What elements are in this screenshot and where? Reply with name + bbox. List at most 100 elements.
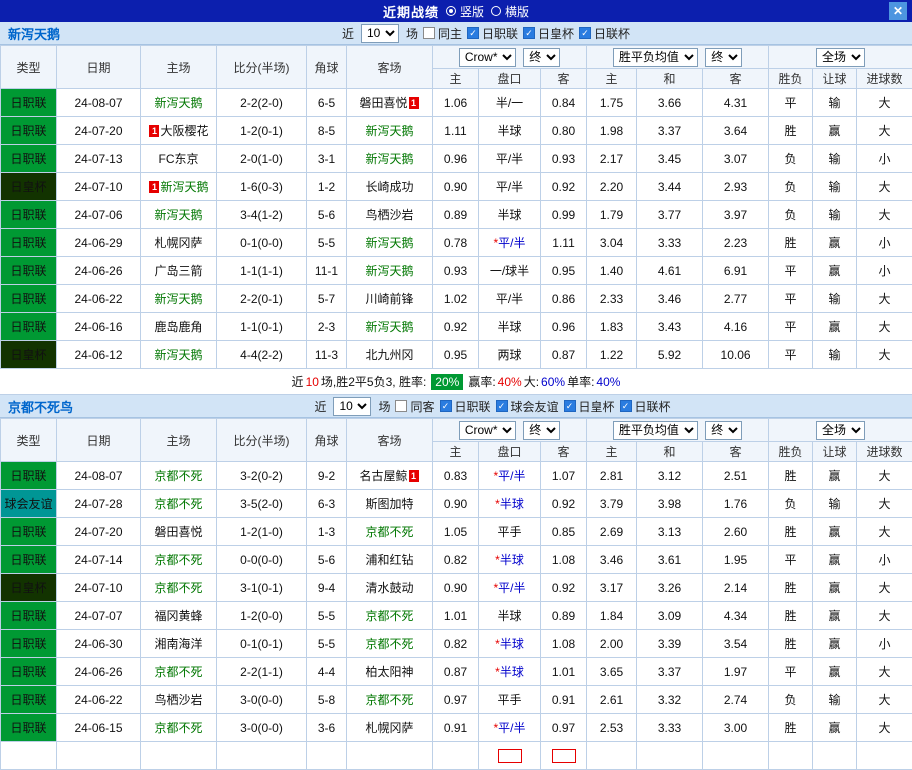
date-cell: 24-07-28 — [57, 490, 141, 518]
league-cell: 日职联 — [1, 285, 57, 313]
avg-draw-cell: 3.13 — [637, 518, 703, 546]
handicap-result-cell: 赢 — [813, 518, 857, 546]
handicap-result-cell: 赢 — [813, 229, 857, 257]
crow-away-odds-cell: 1.11 — [541, 229, 587, 257]
home-team-cell: FC东京 — [141, 145, 217, 173]
crow-away-odds-cell: 0.93 — [541, 145, 587, 173]
date-cell: 24-07-20 — [57, 518, 141, 546]
col-wdl: 胜负 — [769, 442, 813, 462]
partial-cell — [141, 742, 217, 770]
avg-select[interactable]: 胜平负均值 — [613, 48, 698, 67]
odds-source-select[interactable]: Crow* — [459, 48, 516, 67]
score-cell: 4-4(2-2) — [217, 341, 307, 369]
summary-segment: 大: — [524, 373, 539, 390]
avg-home-cell: 2.69 — [587, 518, 637, 546]
home-team-cell: 1新泻天鹅 — [141, 173, 217, 201]
date-cell: 24-06-30 — [57, 630, 141, 658]
avg-draw-cell: 3.44 — [637, 173, 703, 201]
crow-home-odds-cell: 0.93 — [433, 257, 479, 285]
handicap-result-cell: 输 — [813, 145, 857, 173]
corner-cell: 4-4 — [307, 658, 347, 686]
wdl-cell: 胜 — [769, 630, 813, 658]
goals-cell: 大 — [857, 285, 912, 313]
handicap-result-cell: 赢 — [813, 658, 857, 686]
goals-cell: 大 — [857, 341, 912, 369]
league-checkbox[interactable]: 日联杯 — [579, 25, 630, 42]
home-team-name: 札幌冈萨 — [154, 236, 202, 250]
away-team-name: 京都不死 — [365, 637, 413, 651]
league-checkbox[interactable]: 日职联 — [467, 25, 518, 42]
league-checkbox[interactable]: 日联杯 — [620, 398, 671, 415]
home-team-name: 广岛三箭 — [154, 264, 202, 278]
odds-final-select[interactable]: 终 — [523, 48, 560, 67]
odds-final-select[interactable]: 终 — [523, 421, 560, 440]
handicap-cell: 平/半 — [479, 173, 541, 201]
avg-final-select[interactable]: 终 — [705, 48, 742, 67]
league-cell: 日职联 — [1, 201, 57, 229]
result-row: 日职联24-07-07福冈黄蜂1-2(0-0)5-5京都不死1.01半球0.89… — [1, 602, 912, 630]
wdl-cell: 负 — [769, 490, 813, 518]
league-checkbox[interactable]: 日皇杯 — [564, 398, 615, 415]
away-team-name: 新泻天鹅 — [365, 264, 413, 278]
scope-select[interactable]: 全场 — [816, 421, 865, 440]
home-team-name: 新泻天鹅 — [154, 96, 202, 110]
avg-draw-cell: 3.45 — [637, 145, 703, 173]
away-team-cell: 川崎前锋 — [347, 285, 433, 313]
close-button[interactable]: ✕ — [889, 2, 907, 20]
scope-select[interactable]: 全场 — [816, 48, 865, 67]
away-team-cell: 京都不死 — [347, 602, 433, 630]
avg-draw-cell: 5.92 — [637, 341, 703, 369]
partial-cell — [433, 742, 479, 770]
away-team-name: 京都不死 — [365, 609, 413, 623]
partial-cell — [217, 742, 307, 770]
layout-radio-horizontal[interactable]: 横版 — [491, 3, 529, 20]
checkbox-checked-icon — [620, 400, 632, 412]
avg-away-cell: 4.31 — [703, 89, 769, 117]
avg-final-select[interactable]: 终 — [705, 421, 742, 440]
handicap-cell: *平/半 — [479, 462, 541, 490]
avg-draw-cell: 3.39 — [637, 630, 703, 658]
partial-row — [1, 742, 912, 770]
col-odds-away: 客 — [541, 69, 587, 89]
handicap-result-cell: 赢 — [813, 462, 857, 490]
checkbox-checked-icon — [523, 27, 535, 39]
partial-cell — [587, 742, 637, 770]
odds-highlight-box — [552, 749, 576, 763]
goals-cell: 大 — [857, 173, 912, 201]
league-checkbox[interactable]: 日职联 — [440, 398, 491, 415]
avg-away-cell: 2.60 — [703, 518, 769, 546]
scope-group-header: 全场 — [769, 46, 912, 69]
wdl-cell: 平 — [769, 341, 813, 369]
layout-radio-vertical[interactable]: 竖版 — [446, 3, 484, 20]
same-venue-checkbox[interactable]: 同客 — [395, 398, 434, 415]
handicap-result-cell: 赢 — [813, 313, 857, 341]
avg-select[interactable]: 胜平负均值 — [613, 421, 698, 440]
league-checkbox[interactable]: 球会友谊 — [496, 398, 559, 415]
goals-cell: 大 — [857, 462, 912, 490]
score-cell: 0-1(0-1) — [217, 630, 307, 658]
odds-source-select[interactable]: Crow* — [459, 421, 516, 440]
crow-away-odds-cell: 0.84 — [541, 89, 587, 117]
result-row: 球会友谊24-07-28京都不死3-5(2-0)6-3斯图加特0.90*半球0.… — [1, 490, 912, 518]
goals-cell: 大 — [857, 574, 912, 602]
match-count-select[interactable]: 10 — [361, 24, 399, 43]
away-team-name: 磐田喜悦 — [359, 96, 407, 110]
crow-away-odds-cell: 0.96 — [541, 313, 587, 341]
same-venue-checkbox[interactable]: 同主 — [423, 25, 462, 42]
home-team-name: 新泻天鹅 — [154, 208, 202, 222]
goals-cell: 大 — [857, 490, 912, 518]
league-cell: 日职联 — [1, 602, 57, 630]
handicap-cell: *半球 — [479, 490, 541, 518]
avg-group-header: 胜平负均值 终 — [587, 46, 769, 69]
league-checkbox[interactable]: 日皇杯 — [523, 25, 574, 42]
away-team-name: 柏太阳神 — [365, 665, 413, 679]
odds-group-header: Crow* 终 — [433, 419, 587, 442]
handicap-cell: 平/半 — [479, 145, 541, 173]
avg-away-cell: 2.23 — [703, 229, 769, 257]
date-cell: 24-06-22 — [57, 686, 141, 714]
away-team-name: 北九州冈 — [365, 348, 413, 362]
match-count-select[interactable]: 10 — [333, 397, 371, 416]
away-team-cell: 新泻天鹅 — [347, 117, 433, 145]
avg-draw-cell: 3.37 — [637, 117, 703, 145]
avg-away-cell: 2.14 — [703, 574, 769, 602]
